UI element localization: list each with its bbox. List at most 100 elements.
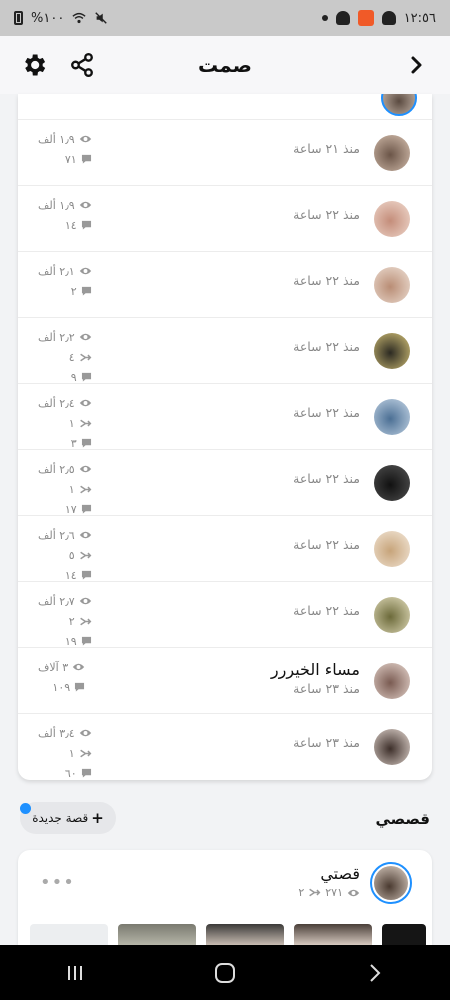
screenshot-icon [79, 617, 92, 625]
eye-icon [79, 201, 91, 209]
screenshot-icon [79, 353, 92, 361]
avatar[interactable] [374, 729, 410, 765]
views-count: ٣ آلاف [38, 660, 69, 674]
recents-button[interactable] [45, 953, 105, 993]
replies-count: ٧١ [64, 152, 77, 166]
my-story-avatar[interactable] [370, 862, 412, 904]
views-stat: ٣٫٤ ألف [38, 723, 92, 743]
viewer-row[interactable]: منذ ٢١ ساعة ١٫٩ ألف ٧١ [18, 120, 432, 186]
recents-icon [68, 965, 82, 980]
viewer-row[interactable]: منذ ٢٢ ساعة ٢٫٥ ألف ١ ١٧ [18, 450, 432, 516]
views-count: ١٫٩ ألف [38, 198, 75, 212]
viewer-row[interactable]: منذ ٢٢ ساعة ٢٫٤ ألف ١ ٣ [18, 384, 432, 450]
chat-icon [81, 438, 91, 448]
share-button[interactable] [60, 36, 104, 94]
viewer-info: منذ ٢١ ساعة [293, 141, 360, 156]
screenshots-stat: ١ [38, 743, 92, 763]
viewer-row[interactable]: منذ ٢٢ ساعة ٢٫٧ ألف ٢ ١٩ [18, 582, 432, 648]
viewer-info: منذ ٢٢ ساعة [293, 405, 360, 420]
replies-stat: ٢ [38, 281, 92, 301]
back-icon [370, 963, 381, 982]
chat-icon [81, 570, 91, 580]
viewer-info: منذ ٢٣ ساعة [293, 735, 360, 750]
screenshots-stat: ٥ [38, 545, 92, 565]
avatar[interactable] [374, 201, 410, 237]
avatar[interactable] [374, 531, 410, 567]
new-story-button[interactable]: + قصة جديدة [20, 802, 116, 834]
viewer-row[interactable]: منذ ٢٢ ساعة ٢٫٦ ألف ٥ ١٤ [18, 516, 432, 582]
screenshots-count: ١ [68, 482, 75, 496]
status-left: %١٠٠ [14, 11, 108, 26]
avatar[interactable] [374, 465, 410, 501]
viewer-info: منذ ٢٢ ساعة [293, 537, 360, 552]
replies-stat: ١٠٩ [38, 677, 85, 697]
story-thumbnail[interactable] [30, 924, 108, 945]
screenshots-count: ١ [68, 416, 75, 430]
partial-viewer-row[interactable] [18, 94, 432, 120]
viewer-name: مساء الخيررر [270, 660, 360, 679]
avatar[interactable] [374, 399, 410, 435]
viewer-row[interactable]: مساء الخيررر منذ ٢٣ ساعة ٣ آلاف ١٠٩ [18, 648, 432, 714]
views-stat: ٢٫٥ ألف [38, 459, 92, 479]
plus-icon: + [91, 809, 104, 827]
story-thumbnail[interactable] [382, 924, 426, 945]
notification-dot-icon [321, 15, 328, 21]
eye-icon [72, 663, 85, 671]
my-story-card[interactable]: قصتي ٢٧١ ٢ ••• [18, 850, 432, 945]
story-thumbnail[interactable] [118, 924, 196, 945]
chat-icon [81, 220, 91, 230]
story-viewers-card: منذ ٢١ ساعة ١٫٩ ألف ٧١ منذ ٢٢ ساعة ١٫٩ ألف ١٤… [18, 94, 432, 780]
screenshots-count: ١ [68, 746, 75, 760]
viewer-stats: ٢٫٤ ألف ١ ٣ [38, 393, 92, 453]
replies-count: ٩ [70, 370, 77, 384]
avatar[interactable] [374, 135, 410, 171]
avatar[interactable] [374, 663, 410, 699]
screenshots-stat: ٢ [38, 611, 92, 631]
back-button[interactable] [394, 36, 438, 94]
viewer-row[interactable]: منذ ٢٢ ساعة ١٫٩ ألف ١٤ [18, 186, 432, 252]
screenshot-icon [79, 485, 92, 493]
views-count: ٢٫٥ ألف [38, 462, 75, 476]
viewer-row[interactable]: منذ ٢٣ ساعة ٣٫٤ ألف ١ ٦٠ [18, 714, 432, 780]
avatar[interactable] [374, 597, 410, 633]
chat-icon [81, 636, 91, 646]
screenshot-icon [309, 888, 321, 897]
more-dots-icon[interactable]: ••• [40, 872, 75, 893]
settings-button[interactable] [12, 36, 56, 94]
my-stories-heading: قصصي [375, 810, 430, 828]
my-story-screenshots: ٢ [298, 886, 305, 899]
views-count: ٢٫٦ ألف [38, 528, 75, 542]
viewer-row[interactable]: منذ ٢٢ ساعة ٢٫١ ألف ٢ [18, 252, 432, 318]
replies-stat: ٧١ [38, 149, 92, 169]
home-button[interactable] [195, 953, 255, 993]
status-bar: %١٠٠ ١٢:٥٦ [0, 0, 450, 36]
system-back-button[interactable] [345, 953, 405, 993]
my-story-stats: ٢٧١ ٢ [298, 886, 360, 899]
avatar[interactable] [374, 267, 410, 303]
viewer-info: منذ ٢٢ ساعة [293, 273, 360, 288]
screenshot-icon [79, 419, 92, 427]
story-thumbnail[interactable] [206, 924, 284, 945]
battery-level: %١٠٠ [31, 10, 65, 26]
screenshot-icon [79, 551, 92, 559]
system-nav-bar [0, 945, 450, 1000]
view-time: منذ ٢٢ ساعة [293, 603, 360, 618]
chat-icon [81, 504, 91, 514]
views-stat: ١٫٩ ألف [38, 195, 92, 215]
chat-icon [81, 372, 91, 382]
avatar[interactable] [374, 333, 410, 369]
views-stat: ٢٫٧ ألف [38, 591, 92, 611]
story-thumbnails [18, 924, 432, 945]
viewer-info: منذ ٢٢ ساعة [293, 207, 360, 222]
viewer-row[interactable]: منذ ٢٢ ساعة ٢٫٢ ألف ٤ ٩ [18, 318, 432, 384]
viewer-stats: ٢٫٥ ألف ١ ١٧ [38, 459, 92, 519]
chat-icon [81, 768, 91, 778]
chevron-left-icon [411, 56, 422, 74]
viewer-info: منذ ٢٢ ساعة [293, 471, 360, 486]
viewer-info: منذ ٢٢ ساعة [293, 339, 360, 354]
story-thumbnail[interactable] [294, 924, 372, 945]
eye-icon [79, 729, 91, 737]
eye-icon [79, 597, 91, 605]
replies-stat: ١٤ [38, 215, 92, 235]
gear-icon [25, 54, 46, 76]
